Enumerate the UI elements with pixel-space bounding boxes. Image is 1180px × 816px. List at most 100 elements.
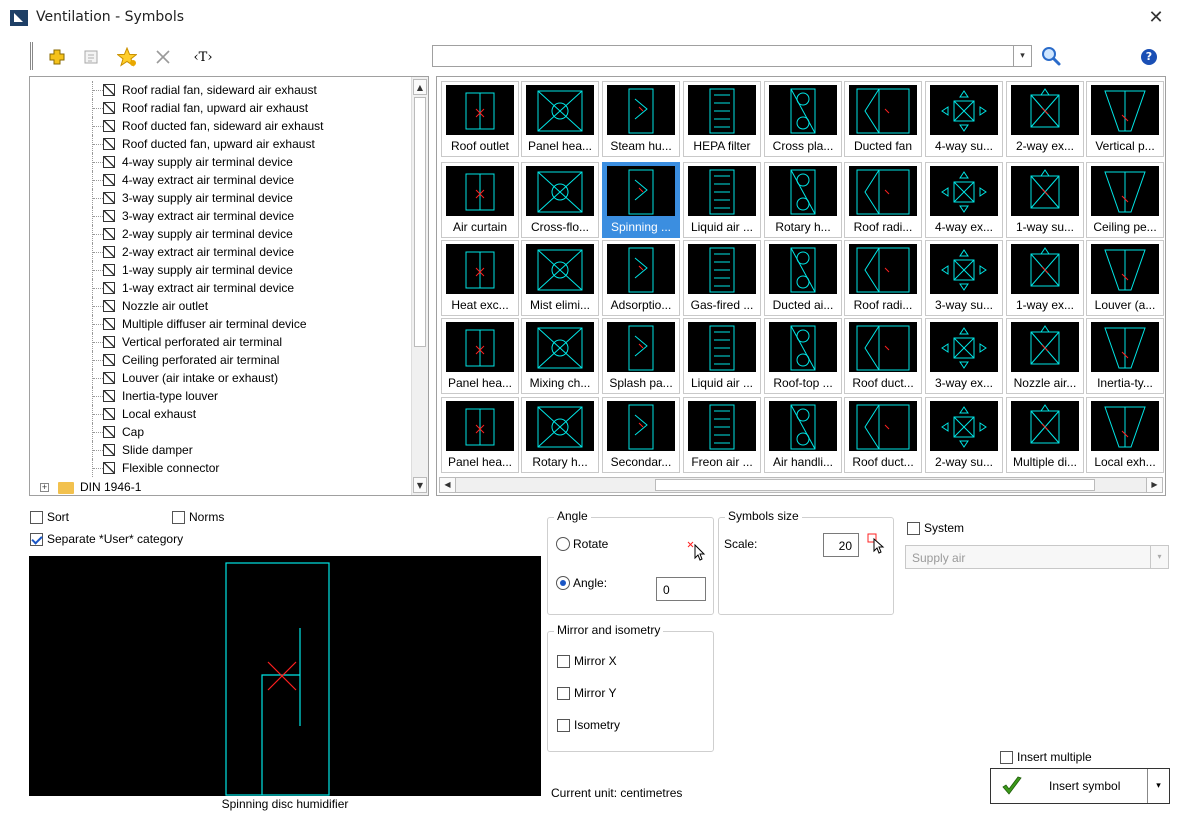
grid-horizontal-scrollbar[interactable]: ◀ ▶ <box>439 477 1163 493</box>
tree-item[interactable]: Vertical perforated air terminal <box>30 333 412 351</box>
symbol-tile[interactable]: Panel hea... <box>441 397 519 473</box>
tree-item[interactable]: Inertia-type louver <box>30 387 412 405</box>
symbol-tile[interactable]: Roof duct... <box>844 397 922 473</box>
search-icon[interactable] <box>1040 45 1062 67</box>
tree-item[interactable]: Flexible connector <box>30 459 412 477</box>
scale-pick-icon[interactable] <box>866 532 888 554</box>
symbol-tile[interactable]: 4-way su... <box>925 81 1003 157</box>
system-dropdown-arrow[interactable]: ▾ <box>1150 546 1168 568</box>
search-dropdown-arrow[interactable]: ▾ <box>1013 46 1031 66</box>
symbol-grid[interactable]: ◀ ▶ Roof outlet Panel hea... Steam hu... HE… <box>436 76 1166 496</box>
symbol-tile[interactable]: Ducted ai... <box>764 240 842 316</box>
tree-item[interactable]: Nozzle air outlet <box>30 297 412 315</box>
symbol-tile[interactable]: 1-way su... <box>1006 162 1084 238</box>
search-combo[interactable]: ▾ <box>432 45 1032 67</box>
symbol-tile[interactable]: Roof duct... <box>844 318 922 394</box>
symbol-tile[interactable]: Vertical p... <box>1086 81 1164 157</box>
tree-folder-din-1946-1[interactable]: + DIN 1946-1 <box>30 479 412 495</box>
expand-icon[interactable]: + <box>40 483 49 492</box>
symbol-tile[interactable]: Panel hea... <box>441 318 519 394</box>
insert-multiple-checkbox-box[interactable] <box>1000 750 1013 764</box>
toolbar-grip[interactable] <box>30 42 33 70</box>
symbol-tile[interactable]: Inertia-ty... <box>1086 318 1164 394</box>
tree-item[interactable]: Cap <box>30 423 412 441</box>
symbol-tile[interactable]: Splash pa... <box>602 318 680 394</box>
mirror-x-checkbox-box[interactable] <box>557 654 570 668</box>
symbol-tile[interactable]: Cross pla... <box>764 81 842 157</box>
tree-item[interactable]: 3-way extract air terminal device <box>30 207 412 225</box>
system-checkbox[interactable]: System <box>907 521 964 535</box>
symbol-tile[interactable]: Multiple di... <box>1006 397 1084 473</box>
tree-item[interactable]: 4-way extract air terminal device <box>30 171 412 189</box>
insert-dropdown-arrow[interactable]: ▾ <box>1147 769 1169 803</box>
tree-item[interactable]: Roof ducted fan, sideward air exhaust <box>30 117 412 135</box>
symbol-tile[interactable]: Cross-flo... <box>521 162 599 238</box>
tree-item[interactable]: 1-way extract air terminal device <box>30 279 412 297</box>
symbol-tile[interactable]: Ceiling pe... <box>1086 162 1164 238</box>
properties-icon[interactable] <box>80 46 102 68</box>
symbol-tile[interactable]: Mixing ch... <box>521 318 599 394</box>
symbol-tile[interactable]: Gas-fired ... <box>683 240 761 316</box>
symbol-tile[interactable]: Louver (a... <box>1086 240 1164 316</box>
symbol-tile[interactable]: HEPA filter <box>683 81 761 157</box>
insert-symbol-button[interactable]: Insert symbol <box>991 769 1147 803</box>
mirror-y-checkbox[interactable]: Mirror Y <box>557 686 616 700</box>
symbol-tile[interactable]: Steam hu... <box>602 81 680 157</box>
text-style-icon[interactable]: ‹T› <box>188 46 218 68</box>
symbol-tile[interactable]: Panel hea... <box>521 81 599 157</box>
angle-radio[interactable]: Angle: <box>556 576 607 590</box>
symbol-tile[interactable]: Rotary h... <box>521 397 599 473</box>
rotate-radio[interactable]: Rotate <box>556 537 608 551</box>
rotate-pick-icon[interactable] <box>686 538 708 562</box>
symbol-tile[interactable]: Freon air ... <box>683 397 761 473</box>
symbol-tile[interactable]: Spinning ... <box>602 162 680 238</box>
tree-item[interactable]: Roof ducted fan, upward air exhaust <box>30 135 412 153</box>
symbol-tile[interactable]: Nozzle air... <box>1006 318 1084 394</box>
tree-item[interactable]: Louver (air intake or exhaust) <box>30 369 412 387</box>
symbol-tile[interactable]: Liquid air ... <box>683 162 761 238</box>
delete-icon[interactable] <box>152 46 174 68</box>
scroll-thumb[interactable] <box>655 479 1095 491</box>
symbol-tile[interactable]: Heat exc... <box>441 240 519 316</box>
tree-item[interactable]: 1-way supply air terminal device <box>30 261 412 279</box>
help-icon[interactable]: ? <box>1141 49 1157 65</box>
symbol-tile[interactable]: Ducted fan <box>844 81 922 157</box>
mirror-x-checkbox[interactable]: Mirror X <box>557 654 617 668</box>
symbol-tile[interactable]: Roof radi... <box>844 240 922 316</box>
norms-checkbox-box[interactable] <box>172 510 185 524</box>
system-select[interactable]: Supply air ▾ <box>905 545 1169 569</box>
search-input[interactable] <box>433 46 1008 66</box>
symbol-tile[interactable]: Air curtain <box>441 162 519 238</box>
symbol-tile[interactable]: Mist elimi... <box>521 240 599 316</box>
symbol-tile[interactable]: Local exh... <box>1086 397 1164 473</box>
isometry-checkbox-box[interactable] <box>557 718 570 732</box>
symbol-tile[interactable]: Roof radi... <box>844 162 922 238</box>
tree-scrollbar[interactable]: ▲ ▼ <box>411 77 428 495</box>
scroll-left-arrow[interactable]: ◀ <box>440 478 456 492</box>
mirror-y-checkbox-box[interactable] <box>557 686 570 700</box>
tree-item[interactable]: Ceiling perforated air terminal <box>30 351 412 369</box>
symbol-tile[interactable]: Roof outlet <box>441 81 519 157</box>
symbol-tile[interactable]: Roof-top ... <box>764 318 842 394</box>
category-tree[interactable]: Roof radial fan, sideward air exhaust Roo… <box>29 76 429 496</box>
symbol-tile[interactable]: 2-way su... <box>925 397 1003 473</box>
tree-item[interactable]: Roof radial fan, upward air exhaust <box>30 99 412 117</box>
scroll-thumb[interactable] <box>414 97 426 347</box>
scroll-up-arrow[interactable]: ▲ <box>413 79 427 95</box>
norms-checkbox[interactable]: Norms <box>172 510 224 524</box>
symbol-tile[interactable]: Adsorptio... <box>602 240 680 316</box>
scroll-down-arrow[interactable]: ▼ <box>413 477 427 493</box>
tree-item[interactable]: 3-way supply air terminal device <box>30 189 412 207</box>
separate-user-checkbox[interactable]: Separate *User* category <box>30 532 183 546</box>
angle-radio-circle[interactable] <box>556 576 570 590</box>
close-button[interactable]: ✕ <box>1146 8 1166 28</box>
symbol-tile[interactable]: 1-way ex... <box>1006 240 1084 316</box>
symbol-tile[interactable]: 3-way su... <box>925 240 1003 316</box>
tree-item[interactable]: 4-way supply air terminal device <box>30 153 412 171</box>
tree-item[interactable]: 2-way supply air terminal device <box>30 225 412 243</box>
symbol-tile[interactable]: Liquid air ... <box>683 318 761 394</box>
add-icon[interactable] <box>46 46 68 68</box>
symbol-tile[interactable]: 4-way ex... <box>925 162 1003 238</box>
insert-multiple-checkbox[interactable]: Insert multiple <box>1000 750 1092 764</box>
angle-input[interactable]: 0 <box>656 577 706 601</box>
